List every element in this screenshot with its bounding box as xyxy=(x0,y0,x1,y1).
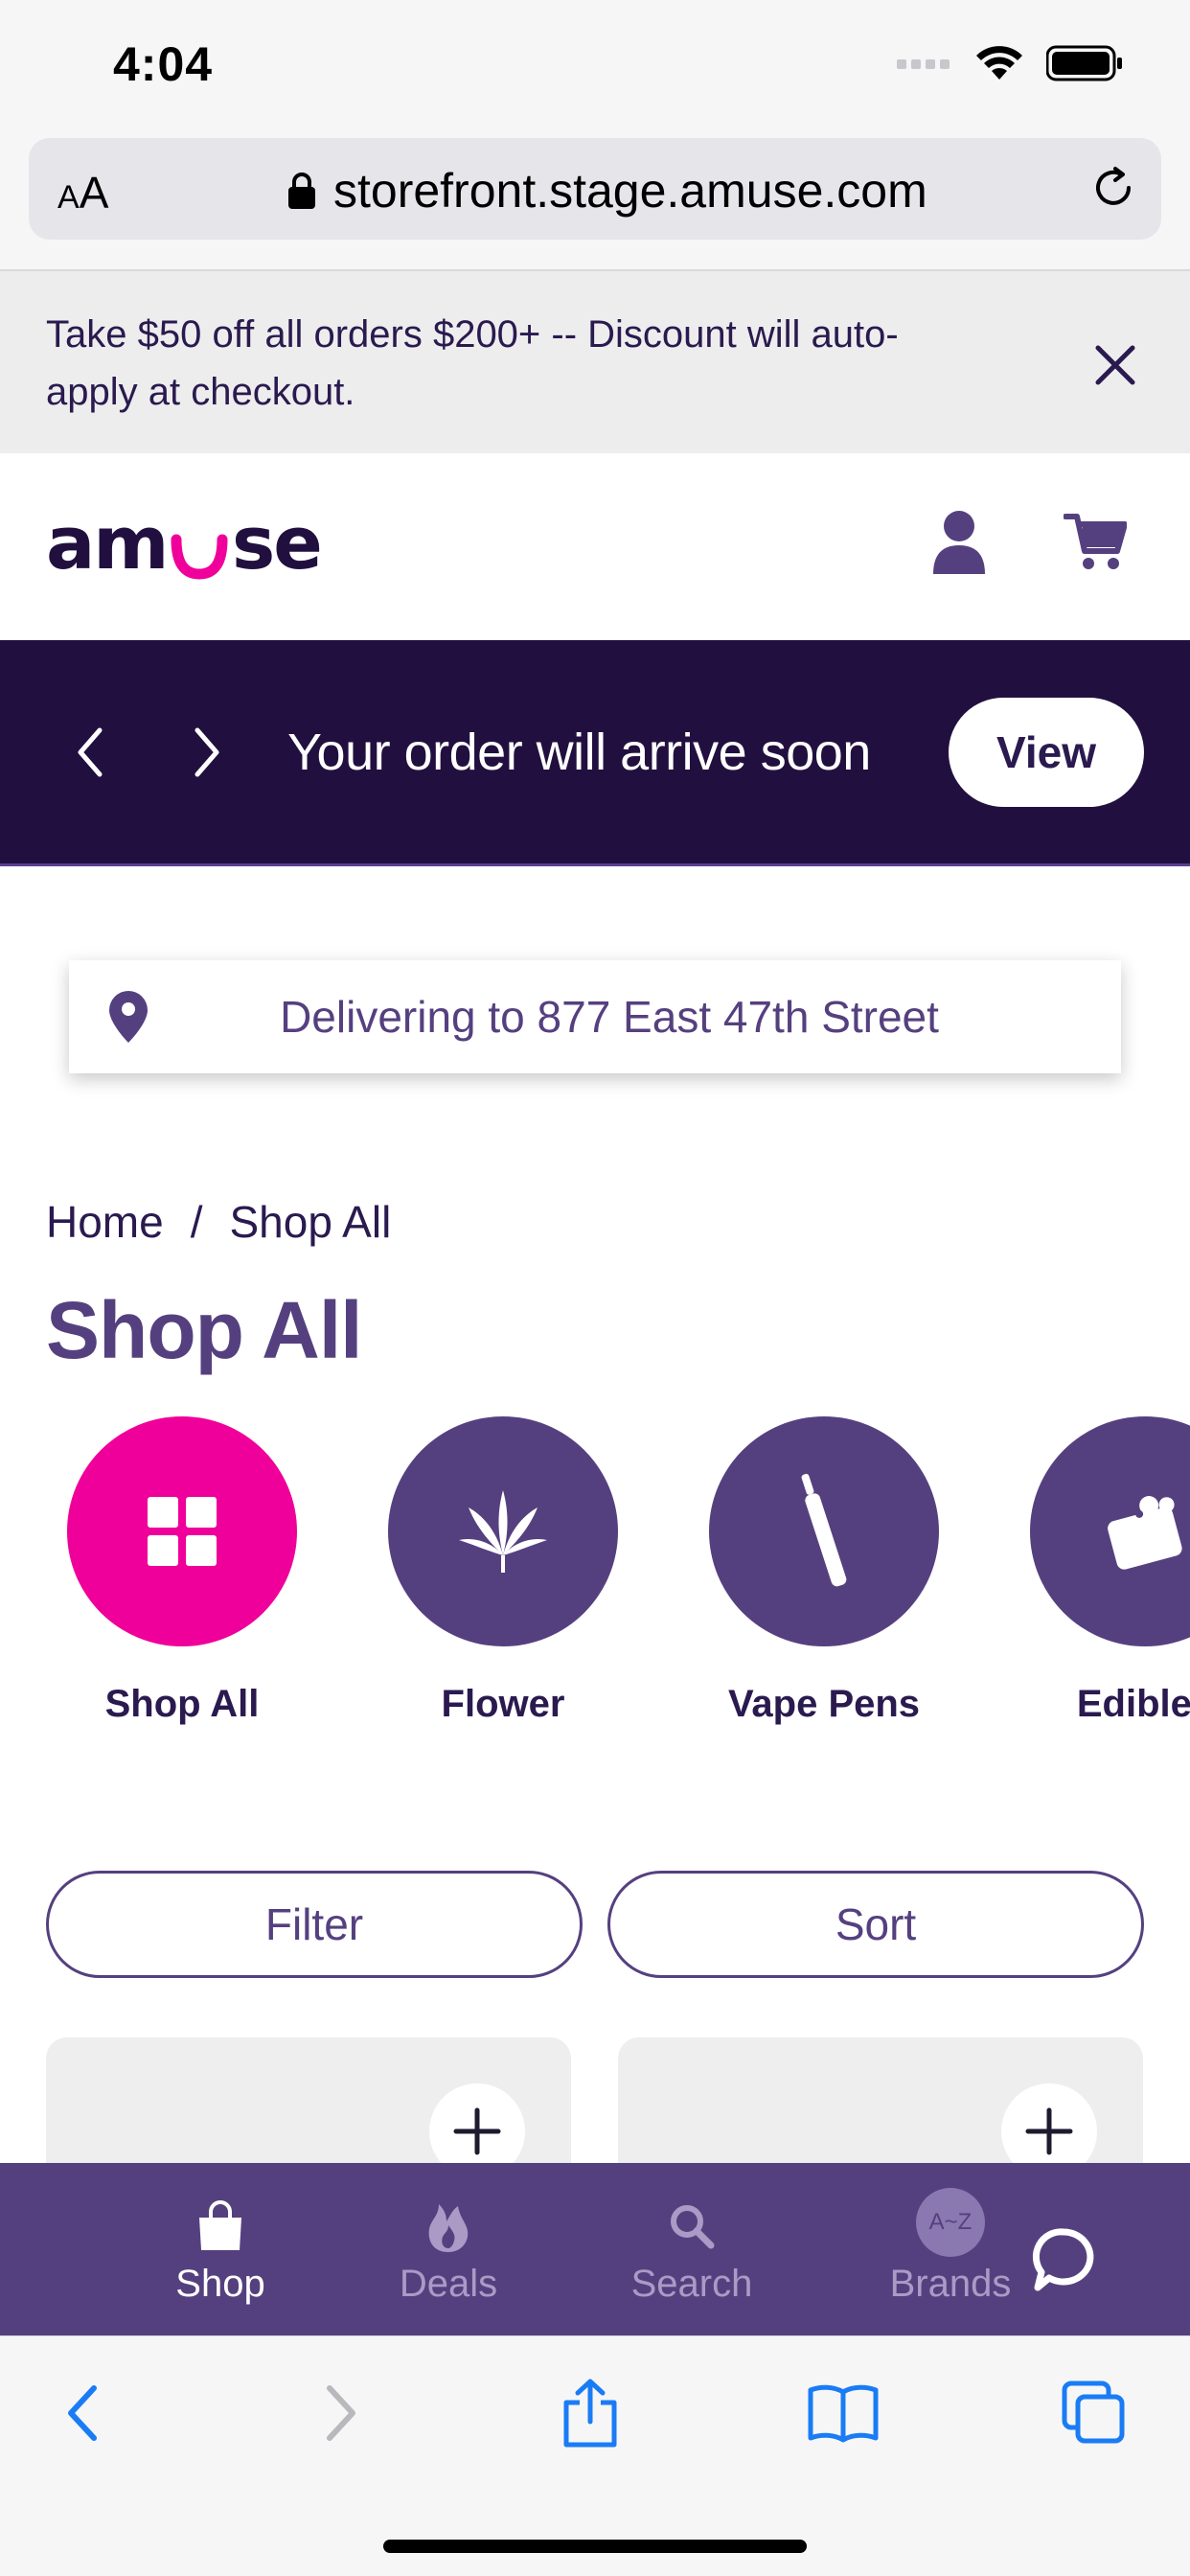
breadcrumb-home[interactable]: Home xyxy=(46,1196,164,1248)
chevron-left-icon xyxy=(68,2385,97,2441)
svg-text:se: se xyxy=(232,500,321,586)
tabs-button[interactable] xyxy=(1056,2375,1133,2451)
flame-icon xyxy=(428,2204,469,2252)
cart-icon[interactable] xyxy=(1064,511,1127,572)
breadcrumb: Home / Shop All xyxy=(46,1196,391,1248)
tab-label: Deals xyxy=(399,2263,498,2305)
a-z-icon: A~Z xyxy=(916,2188,985,2257)
status-time: 4:04 xyxy=(113,37,214,91)
plus-icon xyxy=(1025,2107,1073,2155)
order-status-text: Your order will arrive soon xyxy=(287,724,871,781)
browser-address-area: AA storefront.stage.amuse.com xyxy=(0,134,1190,271)
promo-text: Take $50 off all orders $200+ -- Discoun… xyxy=(46,313,899,413)
category-circle xyxy=(67,1416,297,1646)
chevron-left-icon[interactable] xyxy=(67,719,115,786)
category-label: Shop All xyxy=(104,1683,260,1725)
promo-banner: Take $50 off all orders $200+ -- Discoun… xyxy=(0,271,1190,453)
category-carousel: Shop All Flower Vape Pens Edible xyxy=(0,1416,1190,1752)
svg-text:am: am xyxy=(46,500,167,586)
reload-icon[interactable] xyxy=(1087,161,1140,215)
delivery-address-box[interactable]: Delivering to 877 East 47th Street xyxy=(69,960,1121,1073)
account-icon[interactable] xyxy=(929,509,989,576)
category-shop-all[interactable]: Shop All xyxy=(38,1416,326,1726)
tabs-icon xyxy=(1062,2380,1125,2444)
lock-icon xyxy=(288,172,315,209)
category-flower[interactable]: Flower xyxy=(359,1416,647,1726)
text-size-button[interactable]: AA xyxy=(57,167,108,218)
close-icon[interactable] xyxy=(1088,338,1142,392)
category-circle xyxy=(1030,1416,1190,1646)
bookmarks-button[interactable] xyxy=(805,2375,881,2451)
vape-pen-icon xyxy=(801,1473,847,1587)
search-icon xyxy=(671,2205,715,2249)
page-title: Shop All xyxy=(46,1285,363,1375)
category-vape-pens[interactable]: Vape Pens xyxy=(680,1416,968,1726)
signal-icon xyxy=(897,59,950,69)
url-text[interactable]: storefront.stage.amuse.com xyxy=(333,163,927,218)
order-notice-bar: Your order will arrive soon View xyxy=(0,640,1190,866)
plus-icon xyxy=(453,2107,501,2155)
sort-button[interactable]: Sort xyxy=(607,1871,1144,1978)
category-circle xyxy=(388,1416,618,1646)
status-icons xyxy=(897,44,1123,82)
shopping-bag-icon xyxy=(199,2200,241,2250)
category-circle xyxy=(709,1416,939,1646)
tab-shop[interactable]: Shop xyxy=(125,2197,316,2306)
category-label: Flower xyxy=(441,1683,565,1725)
view-order-button[interactable]: View xyxy=(949,698,1144,807)
category-label: Vape Pens xyxy=(727,1683,921,1725)
share-button[interactable] xyxy=(552,2375,629,2451)
delivery-address-text: Delivering to 877 East 47th Street xyxy=(280,992,939,1042)
tab-search[interactable]: Search xyxy=(596,2197,788,2306)
chevron-right-icon[interactable] xyxy=(182,719,230,786)
grid-icon xyxy=(148,1497,217,1566)
battery-icon xyxy=(1046,45,1122,81)
address-bar[interactable]: AA storefront.stage.amuse.com xyxy=(29,138,1161,240)
site-header: am se xyxy=(0,453,1190,640)
home-indicator[interactable] xyxy=(383,2540,807,2553)
tab-label: Brands xyxy=(889,2263,1012,2305)
cannabis-leaf-icon xyxy=(459,1490,547,1573)
tab-deals[interactable]: Deals xyxy=(353,2197,544,2306)
tab-brands[interactable]: A~Z Brands xyxy=(855,2188,1046,2306)
book-icon xyxy=(808,2384,879,2443)
tab-label: Shop xyxy=(175,2263,265,2305)
app-tab-bar: Shop Deals Search A~Z Brands xyxy=(0,2163,1190,2335)
category-edibles[interactable]: Edibles xyxy=(1001,1416,1190,1726)
breadcrumb-current: Shop All xyxy=(229,1197,392,1247)
tab-label: Search xyxy=(630,2263,753,2305)
amuse-logo[interactable]: am se xyxy=(46,499,333,595)
filter-button[interactable]: Filter xyxy=(46,1871,583,1978)
wifi-icon xyxy=(976,46,1022,80)
browser-toolbar xyxy=(0,2335,1190,2576)
browser-back-button[interactable] xyxy=(44,2375,121,2451)
status-bar: 4:04 xyxy=(0,0,1190,134)
share-icon xyxy=(563,2379,617,2448)
edibles-icon xyxy=(1108,1496,1182,1570)
chat-icon[interactable] xyxy=(1030,2226,1097,2293)
browser-forward-button[interactable] xyxy=(303,2375,379,2451)
breadcrumb-separator: / xyxy=(190,1197,203,1247)
chevron-right-icon xyxy=(327,2385,355,2441)
category-label: Edibles xyxy=(1076,1683,1190,1725)
